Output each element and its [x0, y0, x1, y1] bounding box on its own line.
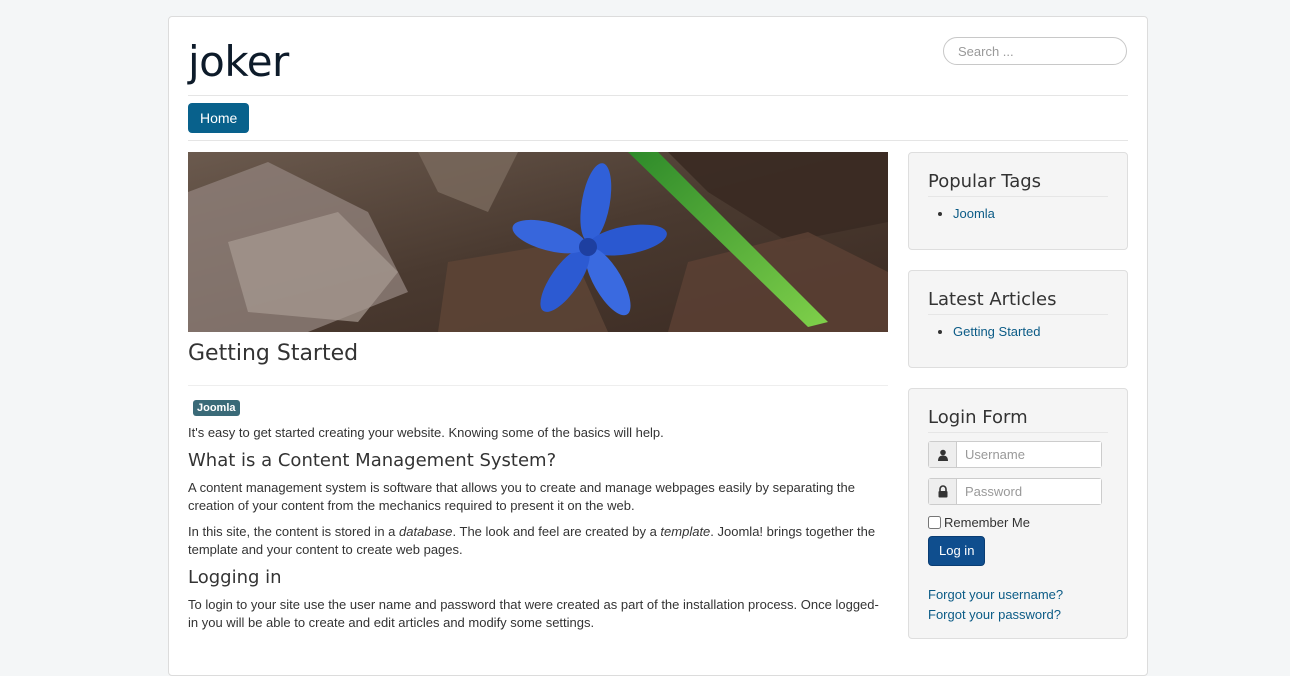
- remember-me[interactable]: Remember Me: [928, 515, 1108, 530]
- tag-link-joomla[interactable]: Joomla: [953, 206, 995, 221]
- article-intro: It's easy to get started creating your w…: [188, 425, 664, 440]
- heading-cms: What is a Content Management System?: [188, 450, 557, 471]
- remember-me-checkbox[interactable]: [928, 516, 941, 529]
- user-icon: [929, 442, 957, 467]
- article: Getting Started Joomla It's easy to get …: [188, 341, 888, 640]
- nav-home[interactable]: Home: [188, 103, 250, 133]
- article-link-getting-started[interactable]: Getting Started: [953, 324, 1040, 339]
- latest-articles-module: Latest Articles Getting Started: [908, 270, 1128, 368]
- password-field[interactable]: [957, 479, 1101, 504]
- paragraph-login: To login to your site use the user name …: [188, 597, 879, 630]
- paragraph-site-part: In this site, the content is stored in a: [188, 524, 400, 539]
- forgot-password-link[interactable]: Forgot your password?: [928, 606, 1108, 624]
- tag-badge[interactable]: Joomla: [193, 400, 240, 416]
- banner-image: [188, 152, 888, 332]
- popular-tags-list: Joomla: [928, 203, 1108, 225]
- login-title: Login Form: [928, 407, 1108, 433]
- username-group: [928, 441, 1102, 468]
- username-field[interactable]: [957, 442, 1101, 467]
- password-group: [928, 478, 1102, 505]
- paragraph-site-part: . The look and feel are created by a: [452, 524, 661, 539]
- paragraph-site-database: database: [399, 524, 453, 539]
- latest-articles-list: Getting Started: [928, 321, 1108, 343]
- list-item: Getting Started: [953, 321, 1108, 343]
- site-title[interactable]: joker: [188, 37, 289, 86]
- popular-tags-title: Popular Tags: [928, 171, 1108, 197]
- article-title[interactable]: Getting Started: [188, 341, 888, 381]
- nav-divider: [188, 140, 1128, 141]
- remember-me-label: Remember Me: [944, 515, 1030, 530]
- paragraph-cms: A content management system is software …: [188, 480, 855, 513]
- forgot-username-link[interactable]: Forgot your username?: [928, 586, 1108, 604]
- paragraph-site: In this site, the content is stored in a…: [188, 523, 888, 559]
- list-item: Joomla: [953, 203, 1108, 225]
- login-button[interactable]: Log in: [928, 536, 986, 566]
- sidebar: Popular Tags Joomla Latest Articles Gett…: [908, 152, 1128, 659]
- article-divider: [188, 385, 888, 386]
- popular-tags-module: Popular Tags Joomla: [908, 152, 1128, 250]
- header-divider: [188, 95, 1128, 96]
- login-module: Login Form Remember Me Log in Forgot you…: [908, 388, 1128, 639]
- page-container: joker Home: [168, 16, 1148, 676]
- search-input[interactable]: [943, 37, 1127, 65]
- heading-login: Logging in: [188, 567, 282, 588]
- paragraph-site-template: template: [660, 524, 711, 539]
- lock-icon: [929, 479, 957, 504]
- latest-articles-title: Latest Articles: [928, 289, 1108, 315]
